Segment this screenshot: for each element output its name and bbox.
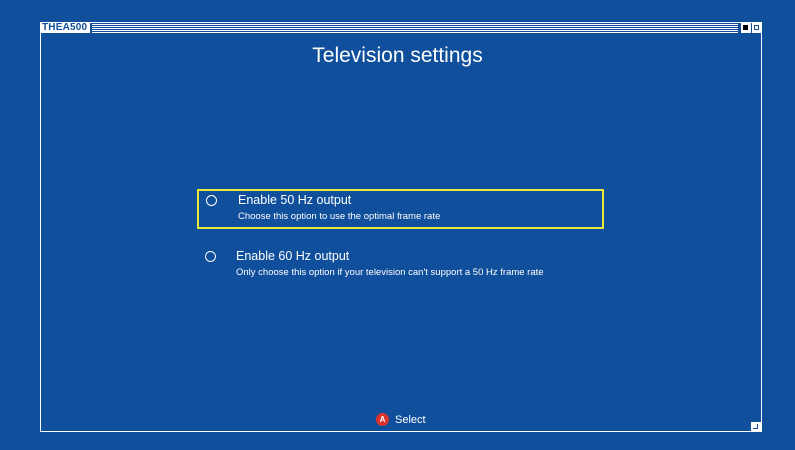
select-hint: A Select — [376, 413, 426, 426]
option-50hz[interactable]: Enable 50 Hz output Choose this option t… — [197, 189, 604, 229]
option-60hz[interactable]: Enable 60 Hz output Only choose this opt… — [197, 246, 604, 286]
radio-60hz-icon[interactable] — [205, 251, 216, 262]
option-50hz-description: Choose this option to use the optimal fr… — [238, 211, 441, 222]
resize-gadget-icon[interactable] — [751, 422, 761, 431]
depth-front-gadget-icon[interactable] — [752, 22, 762, 33]
window-title: THEA500 — [40, 22, 91, 33]
television-settings-screen: THEA500 Television settings Enable 50 Hz… — [0, 0, 795, 450]
title-bar-stripes — [92, 22, 738, 33]
option-60hz-label: Enable 60 Hz output — [236, 249, 350, 263]
a-button-icon: A — [376, 413, 389, 426]
radio-50hz-icon[interactable] — [206, 195, 217, 206]
window-title-bar[interactable]: THEA500 — [40, 22, 762, 33]
option-60hz-description: Only choose this option if your televisi… — [236, 267, 544, 278]
depth-back-gadget-icon[interactable] — [741, 22, 751, 33]
select-hint-label: Select — [395, 413, 426, 426]
page-title: Television settings — [312, 44, 483, 67]
option-50hz-label: Enable 50 Hz output — [238, 193, 352, 207]
